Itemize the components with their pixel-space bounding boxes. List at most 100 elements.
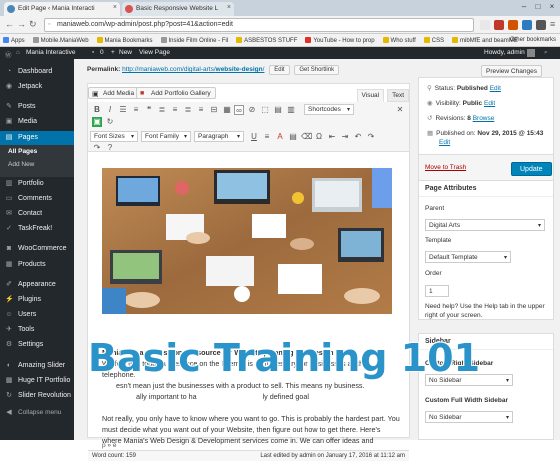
close-tab-icon[interactable]: × xyxy=(113,4,117,11)
custom-full-sidebar-select[interactable]: No Sidebar ▾ xyxy=(425,411,513,423)
sidebar-item-posts[interactable]: ✎ Posts xyxy=(0,100,74,114)
sidebar-item-portfolio[interactable]: ▥ Portfolio xyxy=(0,177,74,191)
browse-revisions-link[interactable]: Browse xyxy=(473,115,495,122)
template-select[interactable]: Default Template ▾ xyxy=(425,251,511,263)
align-center-icon[interactable]: ≡ xyxy=(170,105,180,115)
menu-icon[interactable]: ≡ xyxy=(550,19,555,29)
edit-visibility-link[interactable]: Edit xyxy=(484,100,495,107)
preview-changes-button[interactable]: Preview Changes xyxy=(481,65,542,77)
sidebar-item-tools[interactable]: ✈ Tools xyxy=(0,323,74,337)
text-color-icon[interactable]: A xyxy=(275,132,285,142)
redo-icon[interactable]: ↷ xyxy=(366,132,376,142)
howdy-user[interactable]: Howdy, admin xyxy=(484,49,525,56)
sidebar-item-plugins[interactable]: ⚡ Plugins xyxy=(0,293,74,307)
permalink-edit-button[interactable]: Edit xyxy=(269,65,290,75)
parent-select[interactable]: Digital Arts ▾ xyxy=(425,219,545,231)
collapse-menu[interactable]: ◀ Collapse menu xyxy=(0,406,74,420)
align-left-icon[interactable]: ≣ xyxy=(157,105,167,115)
url-input[interactable]: ◦ maniaweb.com/wp-admin/post.php?post=41… xyxy=(44,18,474,32)
font-sizes-dropdown[interactable]: Font Sizes ▾ xyxy=(90,131,138,142)
bookmark-youtube[interactable]: YouTube - How to prop xyxy=(302,34,377,44)
bookmark-mania[interactable]: Mania Bookmarks xyxy=(94,34,156,44)
comments-bubble-icon[interactable]: ▪ xyxy=(92,49,94,56)
sidebar-item-dashboard[interactable]: ◔ Dashboard xyxy=(0,65,74,79)
close-tab-icon[interactable]: × xyxy=(227,4,231,11)
bookmark-apps[interactable]: Apps xyxy=(0,34,28,44)
permalink-url[interactable]: http://maniaweb.com/digital-arts/website… xyxy=(122,66,264,73)
sidebar-item-appearance[interactable]: ✐ Appearance xyxy=(0,278,74,292)
order-input[interactable]: 1 xyxy=(425,285,449,297)
forward-icon[interactable]: → xyxy=(17,19,26,29)
tab-edit-page[interactable]: Edit Page ‹ Mania Interacti × xyxy=(4,2,120,16)
maximize-icon[interactable]: □ xyxy=(532,2,544,12)
unlink-icon[interactable]: ⊘ xyxy=(247,105,257,115)
close-window-icon[interactable]: × xyxy=(546,2,558,12)
numbered-list-icon[interactable]: ≡ xyxy=(131,105,141,115)
sidebar-item-woocommerce[interactable]: ◙ WooCommerce xyxy=(0,242,74,256)
font-family-dropdown[interactable]: Font Family ▾ xyxy=(141,131,191,142)
update-button[interactable]: Update xyxy=(511,162,552,176)
sidebar-item-pages[interactable]: ▤ Pages xyxy=(0,131,74,145)
sidebar-item-taskfreak[interactable]: ✓ TaskFreak! xyxy=(0,222,74,236)
bold-icon[interactable]: B xyxy=(92,105,102,115)
wordpress-logo-icon[interactable]: Ⓦ xyxy=(5,49,12,59)
sidebar-item-users[interactable]: ☺ Users xyxy=(0,308,74,322)
sidebar-item-settings[interactable]: ⚙ Settings xyxy=(0,338,74,352)
refresh-icon[interactable]: ↻ xyxy=(105,117,115,127)
underline-icon[interactable]: U xyxy=(249,132,259,142)
minimize-icon[interactable]: – xyxy=(518,2,530,12)
comments-count[interactable]: 0 xyxy=(100,49,104,56)
paste-text-icon[interactable]: ▤ xyxy=(288,132,298,142)
distraction-free-icon[interactable]: ✕ xyxy=(395,105,405,115)
justify-icon[interactable]: ≡ xyxy=(262,132,272,142)
reload-icon[interactable]: ↻ xyxy=(29,19,37,30)
get-shortlink-button[interactable]: Get Shortlink xyxy=(294,65,340,75)
search-icon[interactable]: ⌕ xyxy=(544,49,548,57)
edit-status-link[interactable]: Edit xyxy=(490,85,501,92)
extension-red-icon[interactable] xyxy=(494,20,504,30)
sidebar-item-contact[interactable]: ✉ Contact xyxy=(0,207,74,221)
insert-more-icon[interactable]: ⊟ xyxy=(209,105,219,115)
bullet-list-icon[interactable]: ☰ xyxy=(118,105,128,115)
insert-table-icon[interactable]: ▦ xyxy=(222,105,232,115)
view-page-link[interactable]: View Page xyxy=(139,49,170,56)
bookmark-asbestos[interactable]: ASBESTOS STUFF xyxy=(233,34,300,44)
paragraph-dropdown[interactable]: Paragraph ▾ xyxy=(194,131,244,142)
blockquote-icon[interactable]: ❝ xyxy=(144,105,154,115)
toolbar-toggle-icon[interactable]: ▤ xyxy=(273,105,283,115)
visual-composer-icon[interactable]: ▣ xyxy=(92,117,102,127)
avatar[interactable] xyxy=(527,49,535,57)
bookmark-who[interactable]: Who stuff xyxy=(380,34,419,44)
add-portfolio-button[interactable]: ■ Add Portfolio Gallery xyxy=(136,87,216,99)
sidebar-item-huge-it[interactable]: ▩ Huge IT Portfolio xyxy=(0,374,74,388)
tab-text[interactable]: Text xyxy=(387,89,409,102)
bookmark-css[interactable]: CSS xyxy=(421,34,447,44)
extension-blue-icon[interactable] xyxy=(522,20,532,30)
move-to-trash-link[interactable]: Move to Trash xyxy=(425,164,466,171)
submenu-all-pages[interactable]: All Pages xyxy=(0,145,74,158)
new-content-link[interactable]: New xyxy=(119,49,132,56)
shortcodes-dropdown[interactable]: Shortcodes ▾ xyxy=(304,104,354,115)
clear-formatting-icon[interactable]: ⌫ xyxy=(301,132,312,142)
tab-visual[interactable]: Visual xyxy=(356,89,385,102)
extension-dark-icon[interactable] xyxy=(536,20,546,30)
outdent-icon[interactable]: ⇤ xyxy=(327,132,337,142)
add-media-button[interactable]: ▣ Add Media xyxy=(88,87,140,99)
bookmark-insidefilm[interactable]: Inside Film Online - Fil xyxy=(158,34,232,44)
link-icon[interactable]: ∞ xyxy=(234,105,244,115)
fullscreen-icon[interactable]: ⬚ xyxy=(260,105,270,115)
indent-icon[interactable]: ⇥ xyxy=(340,132,350,142)
undo-icon[interactable]: ↶ xyxy=(353,132,363,142)
sidebar-item-products[interactable]: ▦ Products xyxy=(0,258,74,272)
insert-icon[interactable]: ▥ xyxy=(286,105,296,115)
tab-basic-responsive[interactable]: Basic Responsive Website L × xyxy=(122,2,234,16)
align-right-icon[interactable]: ≣ xyxy=(183,105,193,115)
submenu-add-new[interactable]: Add New xyxy=(0,158,74,171)
sidebar-item-jetpack[interactable]: ◉ Jetpack xyxy=(0,80,74,94)
edit-date-link[interactable]: Edit xyxy=(439,139,450,146)
extension-orange-icon[interactable] xyxy=(508,20,518,30)
italic-icon[interactable]: I xyxy=(105,105,115,115)
sidebar-item-comments[interactable]: ▭ Comments xyxy=(0,192,74,206)
sidebar-item-media[interactable]: ▣ Media xyxy=(0,115,74,129)
site-name[interactable]: Mania Interactive xyxy=(26,49,76,56)
